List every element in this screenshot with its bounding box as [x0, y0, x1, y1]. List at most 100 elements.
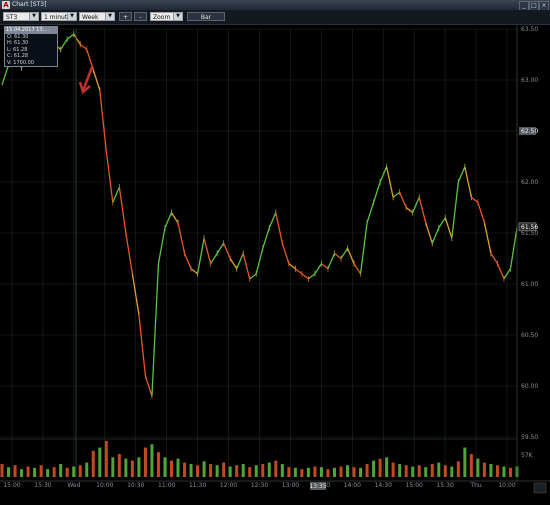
price-segment — [359, 222, 368, 274]
symbol-select[interactable]: ST3 ▼ — [3, 12, 39, 21]
volume-bar — [489, 463, 493, 477]
time-axis-label: 13:00 — [282, 482, 299, 489]
price-segment — [1, 64, 10, 86]
price-segment — [86, 49, 94, 70]
price-segment — [196, 237, 205, 274]
volume-bar — [65, 467, 69, 477]
price-segment — [314, 263, 322, 275]
symbol-value: ST3 — [6, 14, 18, 21]
price-segment — [399, 191, 407, 208]
price-axis-label: 60.00 — [521, 383, 538, 390]
volume-bar — [456, 461, 460, 477]
volume-bar — [306, 467, 310, 477]
volume-bar — [137, 457, 141, 477]
volume-bar — [482, 462, 486, 477]
range-value: Week — [82, 14, 99, 21]
chevron-down-icon[interactable]: ▼ — [29, 13, 38, 20]
volume-bar — [280, 463, 284, 477]
zoom-in-button[interactable]: + — [119, 12, 132, 21]
time-axis-label: 11:00 — [158, 482, 175, 489]
price-segment — [105, 151, 114, 203]
volume-bar — [332, 467, 336, 477]
price-segment — [242, 253, 251, 280]
volume-bar — [33, 467, 37, 477]
price-segment — [346, 248, 355, 264]
price-segment — [457, 166, 466, 183]
volume-bar — [495, 465, 499, 477]
volume-bar — [85, 462, 89, 477]
volume-bar — [183, 462, 187, 477]
chevron-down-icon[interactable]: ▼ — [173, 13, 182, 20]
corner-box — [533, 482, 547, 494]
time-axis-label: 10:00 — [96, 482, 113, 489]
zoom-out-button[interactable]: - — [134, 12, 147, 21]
annotation-arrow — [78, 66, 94, 95]
price-segment — [418, 197, 427, 223]
range-select[interactable]: Week ▼ — [79, 12, 115, 21]
price-segment — [334, 252, 342, 260]
volume-bar — [359, 467, 363, 477]
price-segment — [190, 268, 198, 275]
price-segment — [66, 33, 75, 40]
price-chart[interactable]: 63.5063.0062.5062.0061.5061.0060.5060.00… — [0, 25, 550, 501]
time-axis-label: 15:30 — [436, 482, 453, 489]
volume-bar — [437, 462, 441, 477]
app-logo-icon: A — [2, 1, 10, 9]
price-segment — [203, 237, 212, 264]
price-segment — [321, 263, 329, 270]
price-segment — [366, 202, 375, 223]
price-axis-label: 63.50 — [521, 26, 538, 33]
chart-area[interactable]: 63.5063.0062.5062.0061.5061.0060.5060.00… — [0, 25, 550, 501]
volume-bar — [254, 465, 258, 477]
price-segment — [275, 212, 283, 244]
price-segment — [496, 263, 505, 280]
volume-bar — [176, 458, 180, 477]
price-segment — [73, 33, 81, 45]
volume-bar — [352, 467, 356, 477]
bar-type-button[interactable]: Bar — [187, 12, 225, 21]
price-segment — [327, 253, 336, 269]
price-axis-label: 59.50 — [521, 434, 538, 441]
volume-bar — [248, 467, 252, 477]
volume-bar — [313, 466, 317, 477]
volume-bar — [326, 469, 330, 477]
price-segment — [412, 197, 420, 213]
volume-bar — [130, 460, 134, 477]
time-axis-label: 15:30 — [34, 482, 51, 489]
price-segment — [99, 90, 107, 152]
volume-bar — [215, 465, 219, 477]
volume-bar — [78, 465, 82, 477]
chevron-down-icon[interactable]: ▼ — [67, 13, 76, 20]
price-segment — [170, 212, 179, 224]
volume-bar — [385, 457, 389, 477]
volume-bar — [46, 469, 50, 477]
volume-bar — [443, 465, 447, 477]
price-segment — [112, 186, 120, 203]
volume-bar — [196, 465, 200, 477]
volume-bar — [209, 463, 213, 477]
volume-bar — [372, 460, 376, 477]
ohlc-info-box: 15.04.2017 13:... O: 61.30 H: 61.30 L: 6… — [4, 26, 58, 67]
volume-bar — [163, 457, 167, 477]
price-axis-label: 63.00 — [521, 77, 538, 84]
volume-bar — [319, 467, 323, 477]
time-axis-label: 14:00 — [344, 482, 361, 489]
time-axis-label: 11:30 — [189, 482, 206, 489]
volume-bar — [169, 460, 173, 477]
price-segment — [477, 202, 486, 223]
volume-bar — [91, 450, 95, 477]
price-segment — [353, 263, 362, 275]
price-segment — [60, 38, 68, 50]
chevron-down-icon[interactable]: ▼ — [105, 13, 114, 20]
volume-bar — [52, 467, 56, 477]
price-segment — [183, 253, 192, 269]
volume-bar — [39, 465, 43, 477]
volume-bar — [424, 467, 428, 477]
interval-select[interactable]: 1 minute ▼ — [41, 12, 77, 21]
volume-bar — [98, 447, 102, 477]
price-segment — [249, 273, 257, 280]
volume-bar — [274, 460, 278, 477]
price-segment — [229, 258, 238, 270]
window-title: Chart [ST3] — [12, 1, 47, 8]
zoom-select[interactable]: Zoom ▼ — [150, 12, 183, 21]
